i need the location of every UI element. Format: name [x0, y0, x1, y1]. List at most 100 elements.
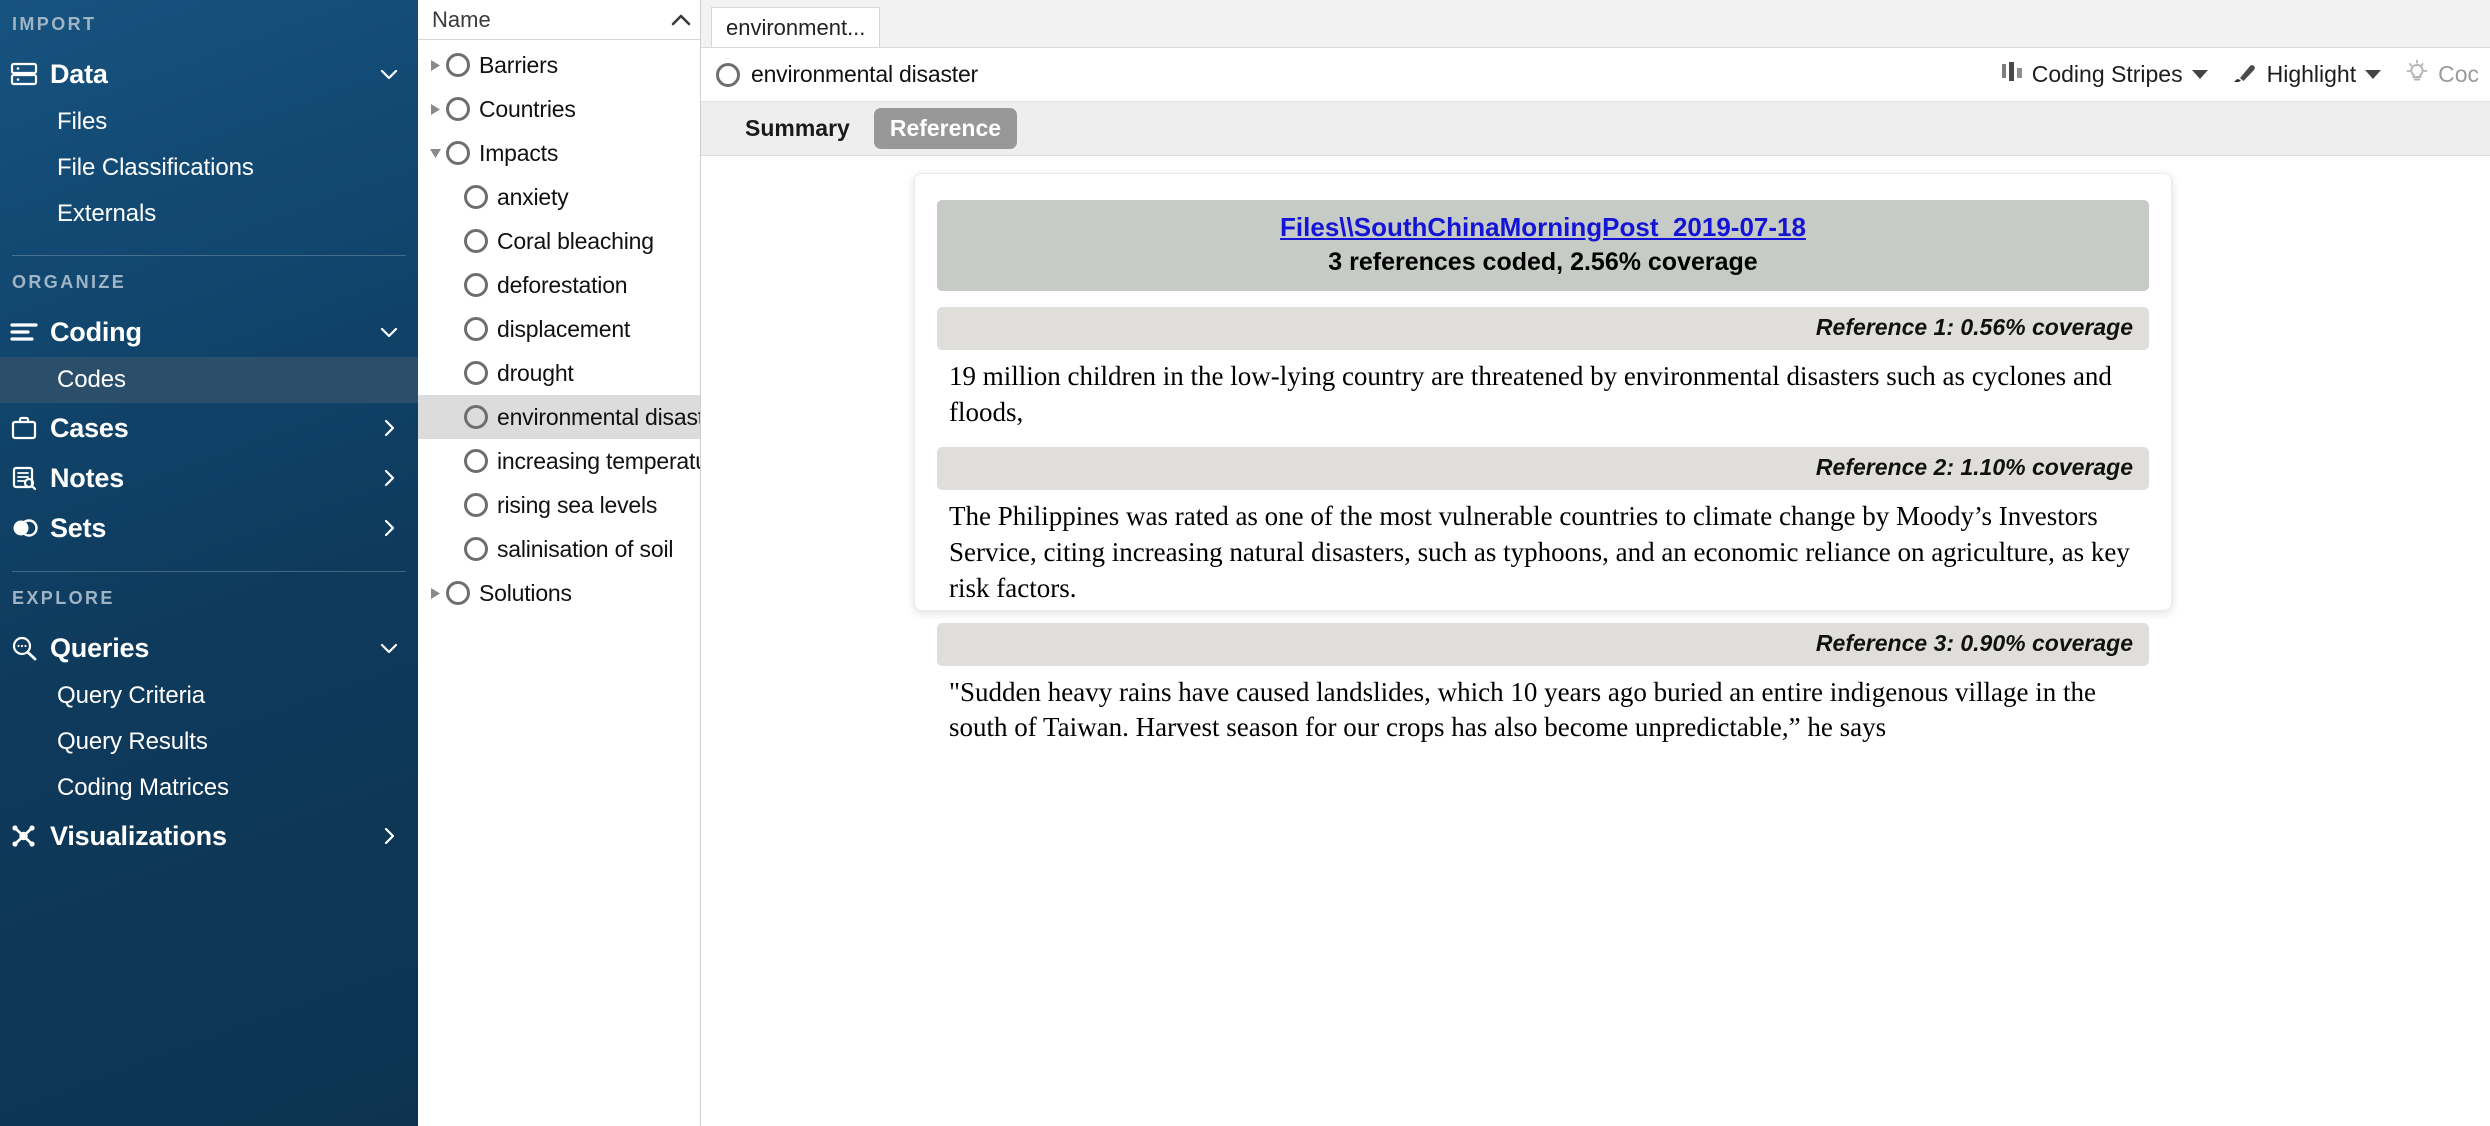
view-mode-tabs: Summary Reference — [701, 102, 2490, 156]
code-item-name: environmental disaster — [751, 61, 978, 87]
sidebar-divider — [12, 255, 406, 256]
sidebar-group-notes: Notes — [0, 453, 418, 503]
reference-list: Reference 1: 0.56% coverage 19 million ch… — [937, 307, 2149, 746]
tree-row-label: anxiety — [497, 183, 569, 210]
chevron-right-icon[interactable] — [376, 468, 402, 488]
sidebar-group-label: Notes — [50, 462, 125, 493]
reference-coverage-label: Reference 3: 0.90% coverage — [1815, 629, 2133, 656]
tree-row[interactable]: displacement — [418, 307, 700, 351]
application-window: IMPORT Data Files File Classifications Exter… — [0, 0, 2490, 1126]
navigation-sidebar: IMPORT Data Files File Classifications Exter… — [0, 0, 418, 1126]
highlighter-icon — [2230, 59, 2260, 91]
sidebar-item-queries[interactable]: Queries — [0, 623, 418, 673]
code-node-icon — [464, 537, 488, 561]
document-tab-label: environment... — [726, 14, 866, 40]
sidebar-section-label-import: IMPORT — [12, 14, 97, 34]
tree-row-label: Solutions — [479, 579, 572, 606]
sidebar-item-data[interactable]: Data — [0, 49, 418, 99]
tree-row[interactable]: Solutions — [418, 571, 700, 615]
code-node-icon — [464, 493, 488, 517]
chevron-down-icon[interactable] — [376, 67, 402, 81]
sidebar-subitem-externals[interactable]: Externals — [0, 191, 418, 237]
toolbar-button-coc[interactable]: Coc — [2392, 54, 2490, 96]
chevron-right-icon[interactable] — [376, 826, 402, 846]
reference-header-bar: Reference 1: 0.56% coverage — [937, 307, 2149, 350]
tree-row-label: Countries — [479, 95, 576, 122]
toolbar-button-highlight[interactable]: Highlight — [2219, 54, 2393, 96]
tree-row[interactable]: Countries — [418, 87, 700, 131]
tree-row[interactable]: rising sea levels — [418, 483, 700, 527]
sidebar-subitem-query-results[interactable]: Query Results — [0, 719, 418, 765]
tree-row[interactable]: drought — [418, 351, 700, 395]
sidebar-item-cases[interactable]: Cases — [0, 403, 418, 453]
reference-canvas: Files\\SouthChinaMorningPost_2019-07-18 … — [701, 156, 2490, 1126]
chevron-down-icon[interactable] — [376, 641, 402, 655]
code-node-icon — [446, 97, 470, 121]
tree-row-label: increasing temperatures — [497, 447, 700, 474]
twisty-expanded-icon[interactable] — [424, 147, 446, 160]
chevron-down-icon[interactable] — [2365, 70, 2382, 79]
tab-summary[interactable]: Summary — [729, 108, 866, 149]
tree-row[interactable]: Barriers — [418, 43, 700, 87]
tree-row[interactable]: deforestation — [418, 263, 700, 307]
tree-row[interactable]: Coral bleaching — [418, 219, 700, 263]
code-node-icon — [464, 273, 488, 297]
tree-row[interactable]: Impacts — [418, 131, 700, 175]
sidebar-subitem-files[interactable]: Files — [0, 99, 418, 145]
sidebar-item-sets[interactable]: Sets — [0, 503, 418, 553]
tree-row[interactable]: salinisation of soil — [418, 527, 700, 571]
code-node-icon — [464, 229, 488, 253]
code-node-icon — [464, 185, 488, 209]
twisty-collapsed-icon[interactable] — [424, 586, 446, 601]
sidebar-section-label-explore: EXPLORE — [12, 588, 115, 608]
detail-pane: environment... environmental disaster Co… — [701, 0, 2490, 1126]
chevron-down-icon[interactable] — [376, 325, 402, 339]
sidebar-subitem-file-classifications[interactable]: File Classifications — [0, 145, 418, 191]
tree-row-label: Coral bleaching — [497, 227, 654, 254]
sidebar-subitem-coding-matrices[interactable]: Coding Matrices — [0, 765, 418, 811]
tree-row-label: deforestation — [497, 271, 628, 298]
code-node-icon — [716, 62, 740, 87]
tree-row-list: Barriers Countries Impacts anxiety Coral ble… — [418, 40, 700, 1126]
sidebar-item-notes[interactable]: Notes — [0, 453, 418, 503]
sidebar-group-label: Visualizations — [50, 820, 227, 851]
sidebar-subitem-codes[interactable]: Codes — [0, 357, 418, 403]
sidebar-subitem-query-criteria[interactable]: Query Criteria — [0, 673, 418, 719]
chevron-right-icon[interactable] — [376, 418, 402, 438]
sidebar-group-cases: Cases — [0, 403, 418, 453]
tree-column-header[interactable]: Name — [418, 0, 700, 40]
sidebar-item-coding[interactable]: Coding — [0, 307, 418, 357]
tree-row[interactable]: anxiety — [418, 175, 700, 219]
chevron-right-icon[interactable] — [376, 518, 402, 538]
twisty-collapsed-icon[interactable] — [424, 58, 446, 73]
code-node-icon — [464, 317, 488, 341]
sidebar-group-label: Sets — [50, 512, 107, 543]
tab-reference[interactable]: Reference — [873, 108, 1018, 149]
sidebar-group-visualizations: Visualizations — [0, 811, 418, 861]
tree-row-label: drought — [497, 359, 574, 386]
tree-row-label: salinisation of soil — [497, 535, 674, 562]
tree-row[interactable]: environmental disaster — [418, 395, 700, 439]
source-file-link[interactable]: Files\\SouthChinaMorningPost_2019-07-18 — [947, 212, 2139, 243]
briefcase-icon — [10, 413, 44, 443]
reference-header-bar: Reference 2: 1.10% coverage — [937, 446, 2149, 490]
sidebar-group-queries: Queries Query Criteria Query Results Coding… — [0, 623, 418, 811]
database-icon — [10, 59, 44, 89]
chevron-up-icon[interactable] — [668, 13, 694, 27]
toolbar-button-coding-stripes[interactable]: Coding Stripes — [1988, 54, 2219, 96]
reference-coverage-label: Reference 1: 0.56% coverage — [1815, 314, 2133, 340]
chevron-down-icon[interactable] — [2191, 70, 2208, 79]
code-node-icon — [446, 581, 470, 605]
tree-row[interactable]: increasing temperatures — [418, 439, 700, 483]
sidebar-group-sets: Sets — [0, 503, 418, 553]
twisty-collapsed-icon[interactable] — [424, 102, 446, 117]
sidebar-group-label: Cases — [50, 412, 129, 443]
sidebar-item-visualizations[interactable]: Visualizations — [0, 811, 418, 861]
reference-quote-text: 19 million children in the low-lying cou… — [949, 361, 2112, 427]
column-header-name: Name — [432, 6, 491, 32]
lightbulb-icon — [2403, 59, 2431, 91]
document-tab[interactable]: environment... — [711, 7, 881, 47]
codes-tree-panel: Name Barriers Countries Impacts anxiety Cora… — [418, 0, 701, 1126]
reference-header-bar: Reference 3: 0.90% coverage — [937, 622, 2149, 666]
coding-stripes-icon — [1999, 59, 2025, 91]
